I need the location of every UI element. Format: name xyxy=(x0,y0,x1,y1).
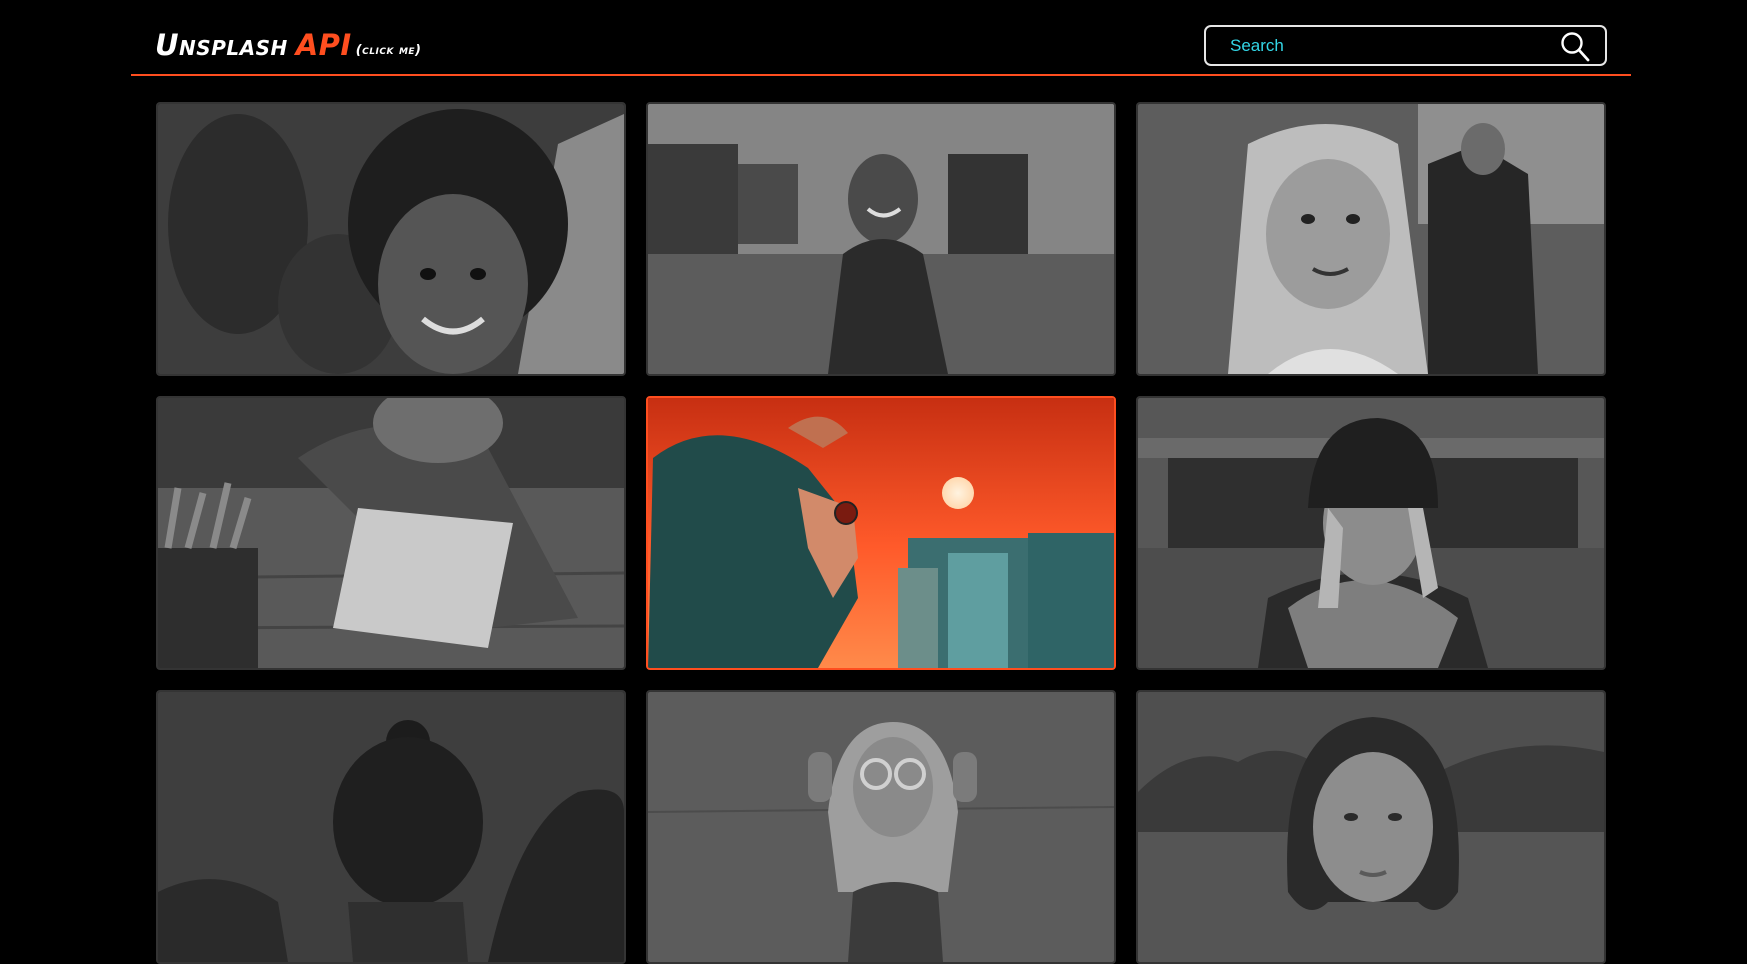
search-button[interactable] xyxy=(1559,30,1593,64)
logo-click-hint: (click me) xyxy=(355,43,422,58)
photo-smiling-child xyxy=(158,104,624,374)
gallery-image[interactable] xyxy=(156,690,626,964)
search-icon xyxy=(1561,32,1590,62)
gallery-image[interactable] xyxy=(1136,396,1606,670)
search-input[interactable] xyxy=(1230,34,1550,58)
logo-word-api: API xyxy=(295,28,352,62)
photo-festival-girl xyxy=(1138,104,1604,374)
photo-child-drawing xyxy=(158,398,624,668)
photo-woman-from-behind xyxy=(158,692,624,962)
photo-beanie-woman xyxy=(1138,398,1604,668)
image-gallery xyxy=(156,102,1606,964)
gallery-image[interactable] xyxy=(646,690,1116,964)
logo-word-unsplash: Unsplash xyxy=(155,28,288,62)
gallery-image[interactable] xyxy=(156,396,626,670)
gallery-image-active[interactable] xyxy=(646,396,1116,670)
photo-round-sunglasses xyxy=(648,692,1114,962)
gallery-image[interactable] xyxy=(1136,690,1606,964)
photo-girl-on-street xyxy=(648,104,1114,374)
gallery-image[interactable] xyxy=(1136,102,1606,376)
gallery-image[interactable] xyxy=(646,102,1116,376)
photo-sunset-woman xyxy=(648,398,1114,668)
top-bar: Unsplash API (click me) xyxy=(131,0,1631,76)
gallery-image[interactable] xyxy=(156,102,626,376)
search-bar xyxy=(1204,25,1607,66)
app-logo[interactable]: Unsplash API (click me) xyxy=(155,28,422,62)
photo-bob-portrait xyxy=(1138,692,1604,962)
